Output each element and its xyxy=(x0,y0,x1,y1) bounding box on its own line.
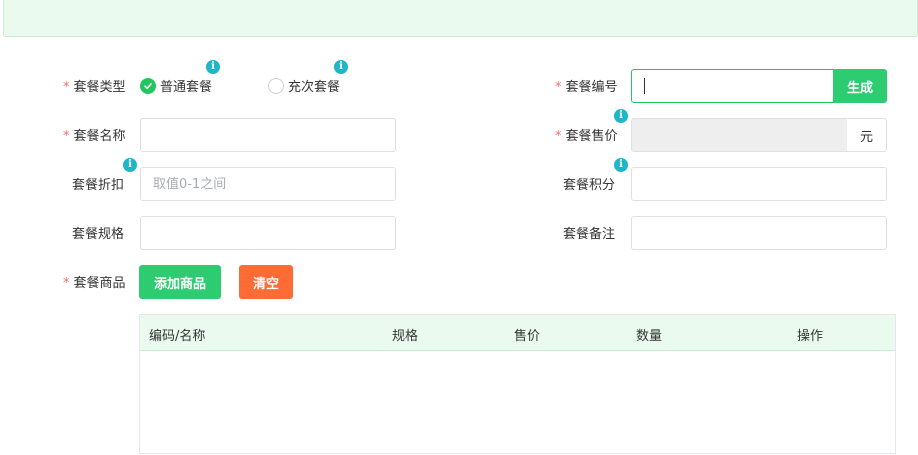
package-goods-label: * 套餐商品 xyxy=(63,276,126,291)
package-spec-input[interactable] xyxy=(140,216,396,250)
info-icon[interactable]: i xyxy=(614,158,628,172)
package-name-input[interactable] xyxy=(140,118,396,152)
radio-count-package[interactable]: 充次套餐 xyxy=(268,76,340,95)
radio-normal-package[interactable]: 普通套餐 xyxy=(140,76,212,95)
table-body xyxy=(140,351,895,455)
package-discount-label: 套餐折扣 xyxy=(72,178,125,193)
info-icon[interactable]: i xyxy=(123,158,137,172)
package-code-input[interactable] xyxy=(631,69,834,103)
add-goods-button[interactable]: 添加商品 xyxy=(139,265,221,299)
col-price: 售价 xyxy=(514,329,541,344)
package-name-label: * 套餐名称 xyxy=(63,129,126,144)
info-icon[interactable]: i xyxy=(334,60,348,74)
package-remark-input[interactable] xyxy=(631,216,887,250)
info-icon[interactable]: i xyxy=(614,109,628,123)
package-price-input xyxy=(631,118,848,152)
generate-button[interactable]: 生成 xyxy=(833,69,887,103)
col-code-name: 编码/名称 xyxy=(149,329,206,344)
goods-table: 编码/名称 规格 售价 数量 操作 xyxy=(139,314,896,454)
package-price-label: * 套餐售价 xyxy=(555,129,618,144)
info-icon[interactable]: i xyxy=(206,60,220,74)
col-quantity: 数量 xyxy=(636,329,663,344)
price-unit-suffix: 元 xyxy=(847,118,887,152)
package-points-input[interactable] xyxy=(631,167,887,201)
package-type-label: * 套餐类型 xyxy=(63,80,126,95)
clear-button[interactable]: 清空 xyxy=(239,265,293,299)
radio-circle-icon xyxy=(268,77,284,94)
package-remark-label: 套餐备注 xyxy=(563,227,616,242)
package-discount-input[interactable] xyxy=(140,167,396,201)
package-points-label: 套餐积分 xyxy=(563,178,616,193)
check-icon xyxy=(140,77,156,94)
package-spec-label: 套餐规格 xyxy=(72,227,125,242)
top-banner xyxy=(3,0,918,37)
col-spec: 规格 xyxy=(392,329,419,344)
col-actions: 操作 xyxy=(797,329,824,344)
table-header: 编码/名称 规格 售价 数量 操作 xyxy=(140,315,895,351)
text-cursor xyxy=(644,78,645,94)
package-code-label: * 套餐编号 xyxy=(555,80,618,95)
